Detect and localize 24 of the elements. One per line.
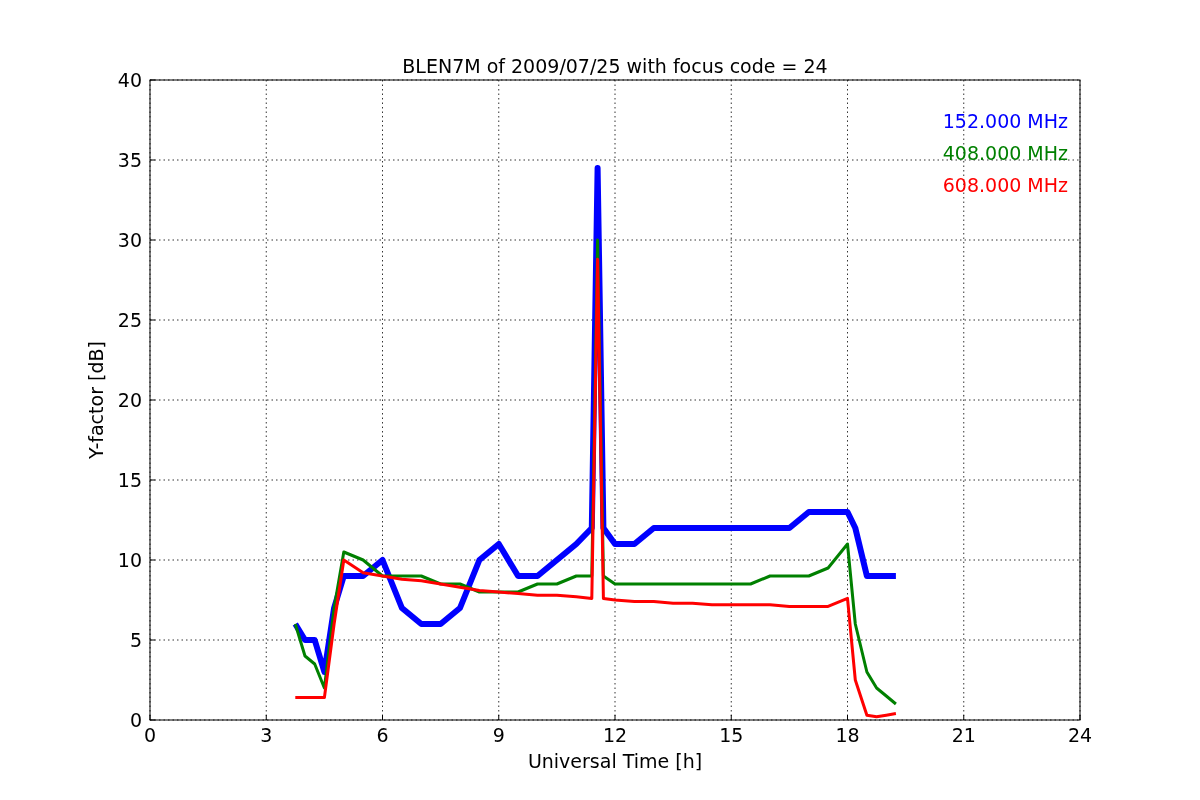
y-tick-label: 35 — [117, 149, 142, 171]
x-axis-label: Universal Time [h] — [527, 750, 703, 772]
legend-label: 608.000 MHz — [942, 174, 1068, 196]
x-tick-label: 24 — [1067, 724, 1093, 746]
y-tick-label: 25 — [117, 309, 142, 331]
x-tick-label: 0 — [143, 724, 157, 746]
x-tick-label: 12 — [602, 724, 628, 746]
y-tick-label: 15 — [117, 469, 142, 491]
legend-label: 408.000 MHz — [942, 142, 1068, 164]
y-tick-label: 40 — [117, 69, 142, 91]
y-tick-label: 0 — [129, 709, 142, 731]
x-tick-label: 9 — [492, 724, 505, 746]
x-tick-label: 15 — [719, 724, 744, 746]
y-tick-label: 20 — [117, 389, 142, 411]
x-tick-label: 21 — [951, 724, 976, 746]
x-tick-label: 6 — [376, 724, 389, 746]
x-tick-label: 3 — [260, 724, 273, 746]
y-tick-label: 10 — [117, 549, 142, 571]
y-axis-label: Y-factor [dB] — [85, 341, 107, 459]
y-tick-label: 30 — [117, 229, 142, 251]
chart-title: BLEN7M of 2009/07/25 with focus code = 24 — [402, 55, 828, 77]
legend-label: 152.000 MHz — [942, 110, 1068, 132]
y-tick-label: 5 — [129, 629, 142, 651]
x-tick-label: 18 — [835, 724, 860, 746]
